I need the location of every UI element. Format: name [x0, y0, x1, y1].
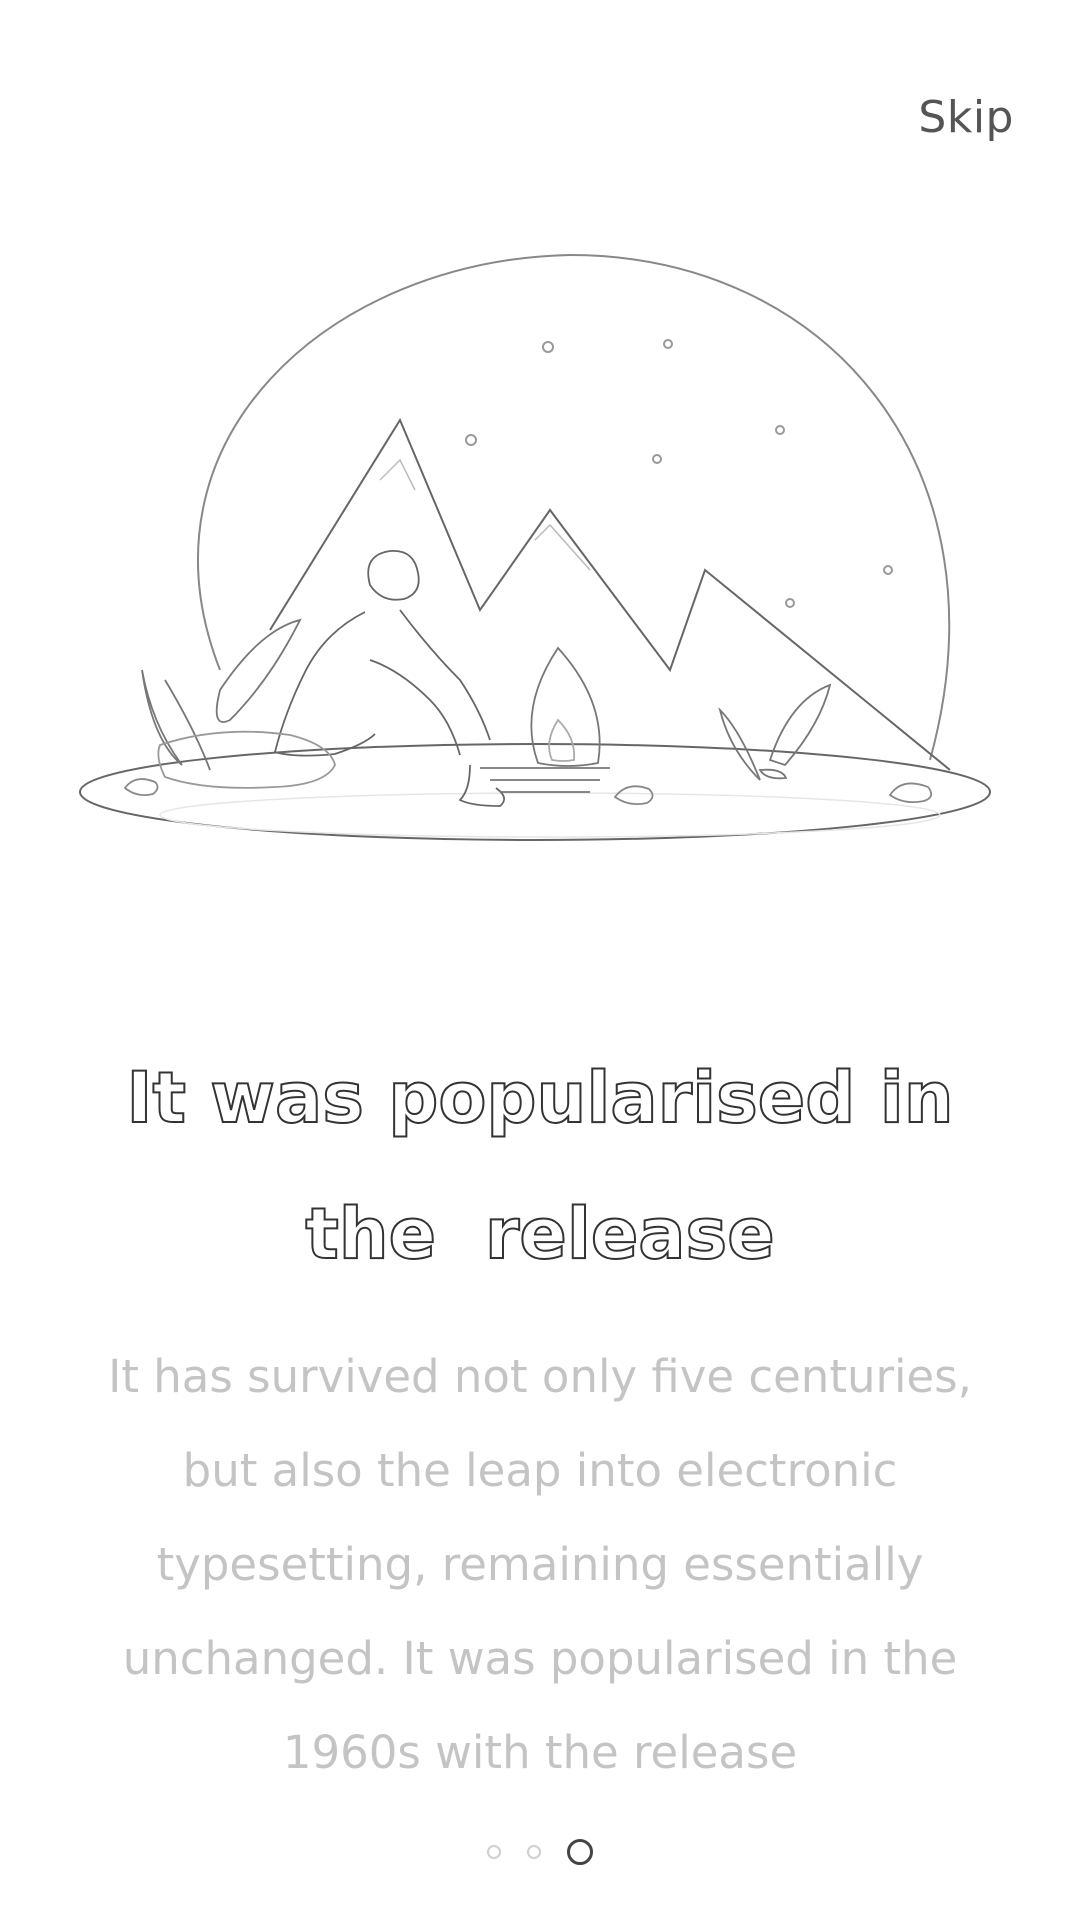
page-dot-2[interactable]: [527, 1845, 541, 1859]
description-line: typesetting, remaining essentially: [156, 1538, 924, 1591]
description-line: It has survived not only five centuries,: [108, 1350, 972, 1403]
page-indicator: [0, 1836, 1080, 1868]
mountain-campfire-illustration: [79, 253, 991, 841]
campfire: [480, 646, 610, 793]
onboarding-title: It was popularised in the release: [60, 1030, 1020, 1302]
person: [157, 550, 506, 807]
page-dot-3-active[interactable]: [567, 1839, 593, 1865]
onboarding-description: It has survived not only five centuries,…: [80, 1330, 1000, 1800]
description-line: but also the leap into electronic: [182, 1444, 898, 1497]
stars: [465, 339, 893, 608]
page-dot-1[interactable]: [487, 1845, 501, 1859]
title-line: the release: [304, 1192, 775, 1276]
plant-right: [718, 683, 832, 781]
title-line: It was popularised in: [125, 1056, 954, 1140]
mountains: [269, 417, 951, 771]
skip-button[interactable]: Skip: [918, 92, 1014, 143]
description-line: 1960s with the release: [282, 1726, 798, 1779]
description-line: unchanged. It was popularised in the: [122, 1632, 958, 1685]
moon-circle: [197, 253, 951, 761]
